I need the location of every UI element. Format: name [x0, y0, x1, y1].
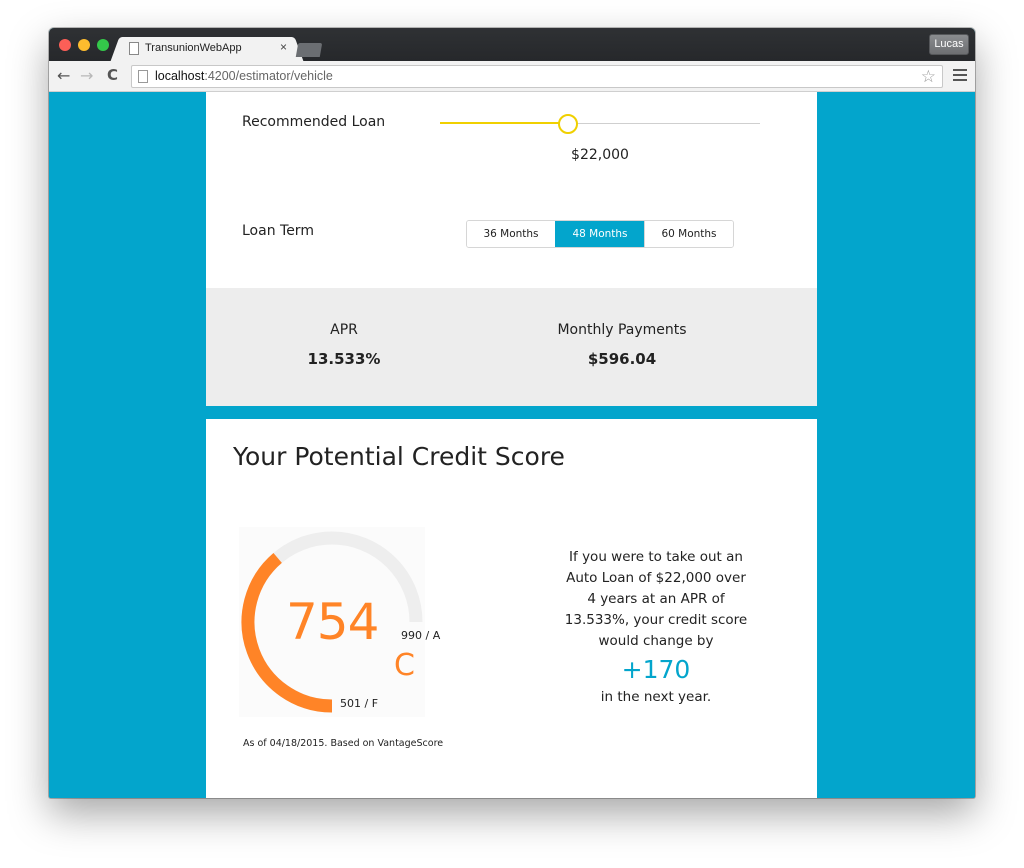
credit-grade: C	[394, 648, 415, 683]
profile-button[interactable]: Lucas	[929, 34, 969, 55]
gauge-max-label: 990 / A	[401, 629, 441, 642]
apr-label: APR	[330, 322, 358, 338]
score-explanation: If you were to take out an Auto Loan of …	[546, 547, 766, 708]
credit-score-card: Your Potential Credit Score 754 990 / A …	[206, 419, 817, 798]
browser-tab[interactable]: TransunionWebApp ×	[121, 37, 293, 61]
explanation-line: would change by	[598, 633, 714, 649]
term-48-months-button[interactable]: 48 Months	[555, 221, 644, 247]
explanation-line: 4 years at an APR of	[587, 591, 725, 607]
explanation-line: 13.533%, your credit score	[564, 612, 748, 628]
menu-icon[interactable]	[953, 69, 967, 84]
monthly-payments-block: Monthly Payments $596.04	[522, 322, 722, 368]
close-window-button[interactable]	[59, 39, 71, 51]
explanation-tail: in the next year.	[600, 689, 712, 705]
monthly-payments-label: Monthly Payments	[557, 322, 687, 338]
score-change-value: +170	[621, 655, 691, 684]
apr-block: APR 13.533%	[244, 322, 444, 368]
minimize-window-button[interactable]	[78, 39, 90, 51]
zoom-window-button[interactable]	[97, 39, 109, 51]
explanation-line: Auto Loan of $22,000 over	[566, 570, 746, 586]
url-host: localhost	[155, 69, 205, 83]
loan-term-selector: 36 Months 48 Months 60 Months	[466, 220, 734, 248]
tab-close-icon[interactable]: ×	[280, 40, 287, 54]
recommended-loan-label: Recommended Loan	[242, 114, 386, 130]
apr-value: 13.533%	[307, 350, 381, 368]
credit-score-gauge: 754 990 / A C 501 / F	[239, 527, 440, 717]
browser-window: TransunionWebApp × Lucas ← → C localhost…	[49, 28, 975, 798]
new-tab-button[interactable]	[295, 43, 323, 57]
loan-summary: APR 13.533% Monthly Payments $596.04	[206, 288, 817, 406]
monthly-payments-value: $596.04	[587, 350, 657, 368]
loan-card: Recommended Loan $22,000 Loan Term 36 Mo…	[206, 92, 817, 406]
slider-fill	[440, 122, 568, 124]
term-36-months-button[interactable]: 36 Months	[467, 221, 555, 247]
url-text[interactable]: localhost:4200/estimator/vehicle	[155, 69, 333, 83]
reload-icon[interactable]: C	[107, 66, 118, 84]
loan-amount-value: $22,000	[571, 147, 629, 163]
address-bar[interactable]: localhost:4200/estimator/vehicle ☆	[131, 65, 943, 88]
url-path: :4200/estimator/vehicle	[204, 69, 333, 83]
gauge-min-label: 501 / F	[340, 697, 379, 710]
credit-score-value: 754	[286, 593, 379, 651]
back-arrow-icon[interactable]: ←	[57, 66, 70, 85]
as-of-note: As of 04/18/2015. Based on VantageScore	[243, 738, 444, 749]
browser-toolbar: ← → C localhost:4200/estimator/vehicle ☆	[49, 61, 975, 92]
term-60-months-button[interactable]: 60 Months	[644, 221, 733, 247]
forward-arrow-icon[interactable]: →	[80, 66, 93, 85]
loan-term-label: Loan Term	[242, 223, 314, 239]
title-bar: TransunionWebApp × Lucas	[49, 28, 975, 61]
document-icon	[129, 42, 139, 55]
bookmark-star-icon[interactable]: ☆	[921, 67, 936, 87]
slider-thumb[interactable]	[558, 114, 578, 134]
page-content: Recommended Loan $22,000 Loan Term 36 Mo…	[49, 92, 975, 798]
credit-score-title: Your Potential Credit Score	[233, 442, 565, 471]
page-icon	[138, 70, 148, 83]
tab-title: TransunionWebApp	[145, 42, 242, 54]
loan-amount-slider[interactable]	[440, 114, 760, 134]
explanation-line: If you were to take out an	[569, 549, 743, 565]
